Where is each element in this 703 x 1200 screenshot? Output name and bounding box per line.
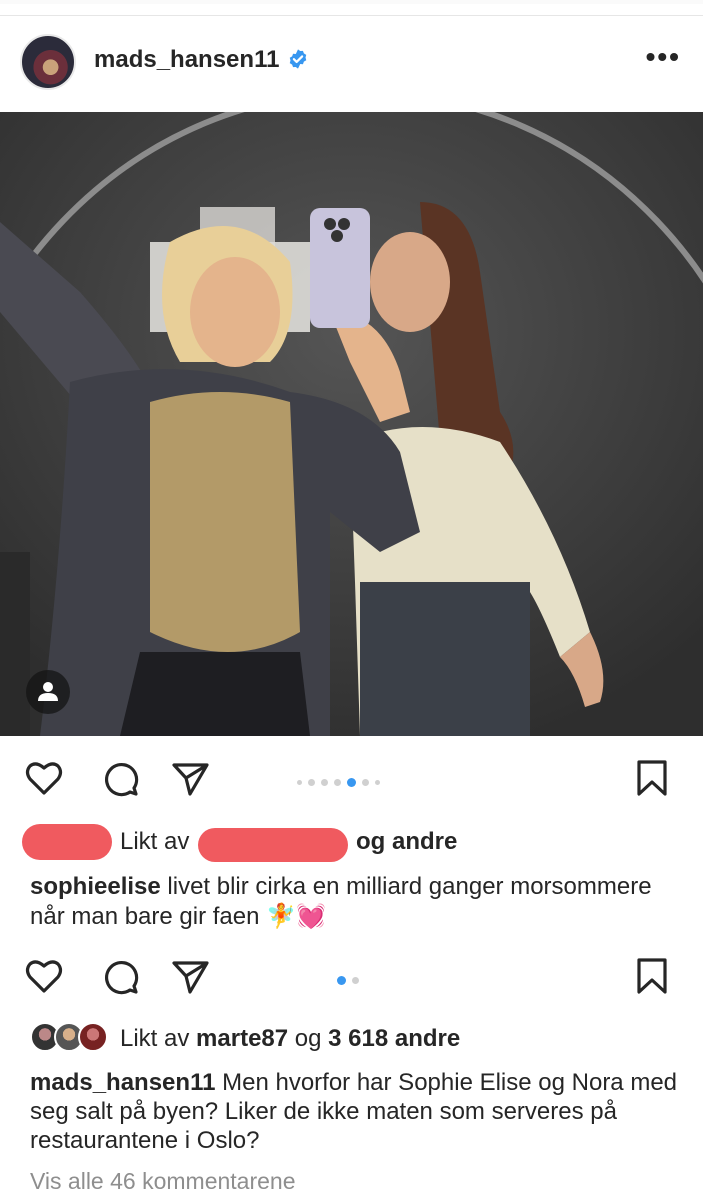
share-icon[interactable] bbox=[168, 756, 212, 800]
liked-by-prefix: Likt av bbox=[120, 828, 190, 855]
liked-by-middle: og bbox=[294, 1025, 322, 1052]
redaction-mark bbox=[22, 824, 112, 860]
heart-icon[interactable] bbox=[22, 954, 66, 998]
bookmark-icon[interactable] bbox=[630, 954, 674, 998]
caption-emoji: 🧚💓 bbox=[266, 903, 326, 930]
username-text[interactable]: mads_hansen11 bbox=[94, 46, 279, 73]
more-options-icon[interactable]: ••• bbox=[646, 43, 681, 71]
avatar[interactable] bbox=[20, 34, 76, 90]
outer-action-bar bbox=[0, 940, 703, 1010]
post-header: mads_hansen11 ••• bbox=[0, 16, 703, 112]
photo-illustration bbox=[0, 112, 703, 736]
comment-icon[interactable] bbox=[98, 756, 142, 800]
heart-icon[interactable] bbox=[22, 756, 66, 800]
inner-caption: sophieelise livet blir cirka en milliard… bbox=[30, 872, 670, 932]
outer-caption: mads_hansen11 Men hvorfor har Sophie Eli… bbox=[30, 1068, 680, 1155]
inner-liked-by: Likt av og andre bbox=[22, 822, 702, 864]
liked-by-count[interactable]: 3 618 andre bbox=[328, 1025, 460, 1052]
caption-username[interactable]: sophieelise bbox=[30, 873, 161, 900]
top-divider bbox=[0, 0, 703, 16]
liked-by-user[interactable]: marte87 bbox=[196, 1025, 288, 1052]
carousel-indicator bbox=[334, 972, 362, 986]
comment-icon[interactable] bbox=[98, 954, 142, 998]
share-icon[interactable] bbox=[168, 954, 212, 998]
bookmark-icon[interactable] bbox=[630, 756, 674, 800]
carousel-indicator bbox=[294, 774, 383, 788]
post-username[interactable]: mads_hansen11 bbox=[94, 46, 309, 74]
person-tag-icon[interactable] bbox=[26, 670, 70, 714]
verified-badge-icon bbox=[290, 49, 307, 69]
outer-liked-by: Likt av marte87 og 3 618 andre bbox=[30, 1020, 690, 1056]
redaction-mark bbox=[198, 828, 348, 862]
liked-by-text: Likt av marte87 og 3 618 andre bbox=[120, 1025, 460, 1053]
liked-by-prefix: Likt av bbox=[120, 1025, 190, 1052]
liked-by-suffix[interactable]: og andre bbox=[356, 828, 457, 856]
liker-avatar[interactable] bbox=[78, 1022, 108, 1052]
view-all-comments-link[interactable]: Vis alle 46 kommentarene bbox=[30, 1168, 296, 1195]
inner-action-bar bbox=[0, 742, 703, 812]
caption-username[interactable]: mads_hansen11 bbox=[30, 1069, 215, 1096]
post-photo[interactable] bbox=[0, 112, 703, 736]
